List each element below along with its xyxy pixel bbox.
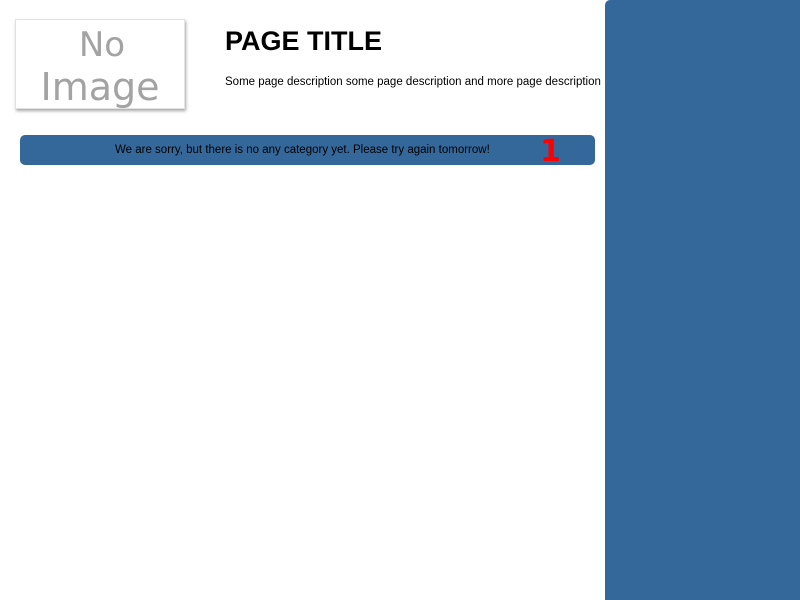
- notice-message: We are sorry, but there is no any catego…: [115, 144, 490, 156]
- page-title: PAGE TITLE: [225, 26, 383, 56]
- page: No Image PAGE TITLE Some page descriptio…: [0, 0, 800, 600]
- no-image-thumbnail: No Image: [15, 19, 185, 109]
- svg-text:Image: Image: [40, 65, 159, 108]
- svg-text:No: No: [79, 25, 125, 65]
- no-image-placeholder: No Image: [40, 25, 159, 108]
- page-description: Some page description some page descript…: [225, 76, 601, 88]
- sidebar-panel: [605, 0, 800, 600]
- notice-count: 1: [540, 134, 561, 169]
- empty-category-notice: We are sorry, but there is no any catego…: [20, 134, 595, 169]
